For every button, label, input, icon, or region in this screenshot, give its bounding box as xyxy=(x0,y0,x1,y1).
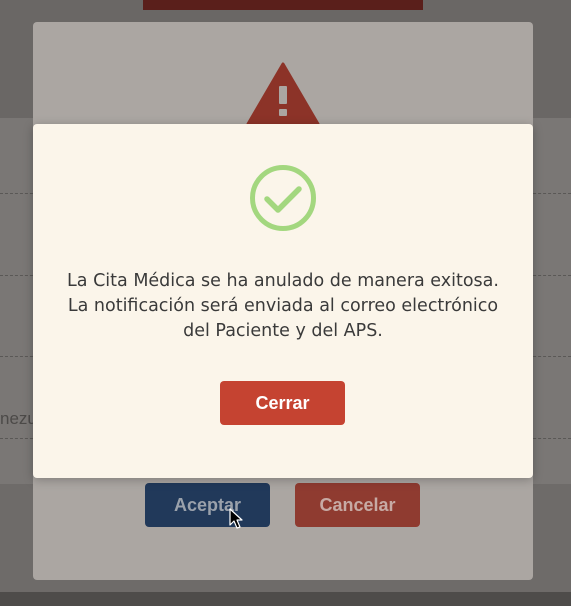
message-line: La Cita Médica se ha anulado de manera e… xyxy=(67,271,499,291)
cancel-button[interactable]: Cancelar xyxy=(295,483,420,527)
message-line: La notificación será enviada al correo e… xyxy=(67,296,499,316)
check-circle-icon xyxy=(250,165,316,231)
message-line: del Paciente y del APS. xyxy=(183,321,383,341)
page-header-accent xyxy=(143,0,423,10)
mouse-cursor-icon xyxy=(229,508,243,529)
page-footer-band xyxy=(0,592,571,606)
success-dialog: La Cita Médica se ha anulado de manera e… xyxy=(33,124,533,478)
warning-triangle-icon xyxy=(246,62,320,126)
page-field-text: nezu xyxy=(0,409,37,428)
close-button[interactable]: Cerrar xyxy=(220,381,345,425)
confirm-actions: Aceptar Cancelar xyxy=(33,483,533,527)
success-message: La Cita Médica se ha anulado de manera e… xyxy=(53,269,513,344)
accept-button[interactable]: Aceptar xyxy=(145,483,270,527)
